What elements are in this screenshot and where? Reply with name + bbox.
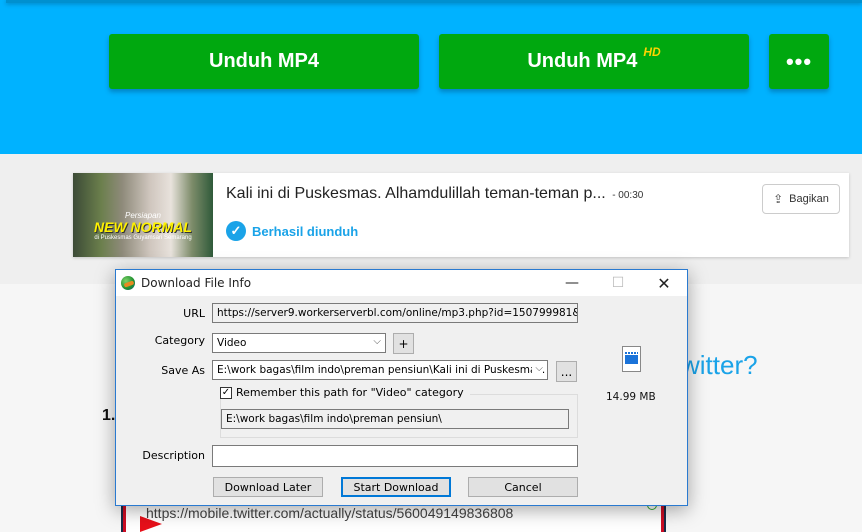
hero-banner: Unduh MP4 Unduh MP4 HD ••• (0, 0, 862, 154)
page-heading: witter? (681, 350, 758, 380)
download-mp4-label: Unduh MP4 (209, 50, 319, 72)
add-category-button[interactable]: + (393, 333, 414, 354)
chevron-down-icon: ⌵ (532, 363, 543, 374)
download-mp4-button[interactable]: Unduh MP4 (109, 34, 419, 89)
download-later-button[interactable]: Download Later (213, 477, 323, 497)
step-number: 1. (102, 407, 116, 424)
video-title-text: Kali ini di Puskesmas. Alhamdulillah tem… (226, 185, 606, 202)
description-input[interactable] (212, 445, 578, 467)
ellipsis-icon: ... (560, 364, 573, 379)
red-arrow-icon (140, 516, 162, 532)
save-as-value: E:\work bagas\film indo\preman pensiun\K… (217, 364, 548, 376)
dialog-title: Download File Info (141, 276, 252, 290)
remembered-path-value: E:\work bagas\film indo\preman pensiun\ (226, 413, 442, 425)
plus-icon: + (398, 336, 409, 351)
start-download-label: Start Download (353, 480, 439, 494)
result-card: Persiapan NEW NORMAL di Puskesmas Guyams… (73, 173, 849, 257)
hd-badge: HD (643, 44, 661, 59)
cancel-button[interactable]: Cancel (468, 477, 578, 497)
url-field[interactable]: https://server9.workerserverbl.com/onlin… (212, 303, 578, 323)
minimize-button[interactable]: — (549, 270, 595, 296)
top-bar (6, 0, 862, 3)
status-text: Berhasil diunduh (252, 223, 359, 239)
start-download-button[interactable]: Start Download (341, 477, 451, 497)
video-file-icon (622, 346, 641, 372)
file-size: 14.99 MB (606, 391, 656, 403)
share-icon: ⇪ (773, 192, 784, 206)
more-options-button[interactable]: ••• (769, 34, 829, 89)
url-label: URL (183, 307, 205, 320)
dialog-titlebar[interactable]: Download File Info — ☐ ✕ (116, 270, 687, 296)
chevron-down-icon: ⌵ (373, 336, 381, 347)
url-value: https://server9.workerserverbl.com/onlin… (217, 307, 578, 319)
category-label: Category (154, 334, 205, 347)
checkbox-checked-icon[interactable]: ✓ (220, 386, 232, 399)
cancel-label: Cancel (504, 480, 542, 494)
download-file-info-dialog: Download File Info — ☐ ✕ URL https://ser… (115, 269, 688, 506)
twitter-url-value: https://mobile.twitter.com/actually/stat… (146, 505, 514, 521)
close-button[interactable]: ✕ (641, 270, 687, 296)
maximize-button[interactable]: ☐ (595, 270, 641, 296)
video-title: Kali ini di Puskesmas. Alhamdulillah tem… (226, 185, 643, 203)
save-as-label: Save As (161, 364, 205, 377)
share-label: Bagikan (789, 193, 829, 205)
category-select[interactable]: Video ⌵ (212, 333, 386, 353)
download-status: ✓ Berhasil diunduh (226, 221, 358, 241)
thumbnail-caption-3: di Puskesmas Guyamsari Semarang (94, 235, 192, 241)
remember-path-label: Remember this path for "Video" category (236, 386, 464, 399)
save-as-combo[interactable]: E:\work bagas\film indo\preman pensiun\K… (212, 360, 548, 380)
video-thumbnail[interactable]: Persiapan NEW NORMAL di Puskesmas Guyams… (73, 173, 213, 257)
video-duration: - 00:30 (612, 190, 644, 201)
more-dots-icon: ••• (785, 48, 813, 74)
share-button[interactable]: ⇪ Bagikan (762, 184, 840, 214)
download-mp4-hd-button[interactable]: Unduh MP4 HD (439, 34, 749, 89)
download-later-label: Download Later (224, 480, 312, 494)
idm-app-icon (121, 276, 135, 290)
download-mp4-hd-label: Unduh MP4 (527, 50, 638, 72)
check-circle-icon: ✓ (226, 221, 246, 241)
remember-path-checkbox[interactable]: ✓ Remember this path for "Video" categor… (220, 386, 470, 399)
remembered-path-field[interactable]: E:\work bagas\film indo\preman pensiun\ (221, 409, 569, 429)
description-label: Description (142, 449, 205, 462)
browse-button[interactable]: ... (556, 361, 577, 382)
category-value: Video (217, 337, 247, 349)
thumbnail-caption-2: NEW NORMAL (94, 219, 192, 235)
